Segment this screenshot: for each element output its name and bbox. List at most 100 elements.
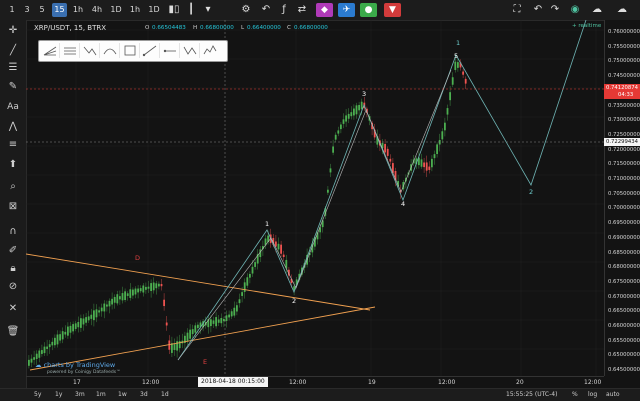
candle-body [428,166,431,170]
candle-body [420,159,423,167]
floating-drawing-toolbar [38,40,228,62]
red-circle-icon[interactable]: ▼ [384,3,401,17]
timeframe-1m[interactable]: 1 [6,3,18,17]
time-label-17: 17 [73,379,81,386]
price-axis[interactable]: 0.76000000 0.75500000 0.75000000 0.74500000… [604,20,640,376]
candle-body [384,144,386,153]
arrow-up-icon[interactable]: ⬆ [4,158,22,172]
candle-body [147,286,150,289]
green-circle-icon[interactable]: ● [360,3,377,17]
zigzag-icon[interactable] [81,43,100,58]
brush-icon[interactable]: ✎ [4,80,22,94]
tradingview-watermark[interactable]: ☁ charts by TradingView [35,361,115,369]
candles-icon[interactable]: ┃ [183,3,199,17]
cloud-download-icon[interactable]: ☁ [614,3,630,17]
settings-gear-icon[interactable]: ⚙ [238,3,254,17]
time-label-20: 20 [516,379,524,386]
trash-icon[interactable]: 🗑︎ [4,325,22,339]
candle-body [451,77,454,85]
lock-drawing-icon[interactable]: ✐ [4,244,22,258]
ohlc-c-value: 0.66800000 [294,25,328,31]
elliott-wave-icon[interactable] [201,43,219,58]
undo-line-icon[interactable]: ↶ [258,3,274,17]
range-3d[interactable]: 3d [140,391,148,398]
candle-body [230,311,233,317]
bars-style-icon[interactable]: ▮▯ [166,3,182,17]
undo-icon[interactable]: ↶ [530,3,546,17]
auto-toggle[interactable]: auto [606,391,620,398]
indicators-icon[interactable]: ƒ [276,3,292,17]
redo-icon[interactable]: ↷ [547,3,563,17]
candle-body [74,323,77,329]
candle-body [98,310,100,313]
timeframe-1h-alt[interactable]: 1h [127,3,143,17]
candle-body [241,292,243,296]
ohlc-o-key: O [145,25,150,31]
fib-icon[interactable]: ≡ [4,138,22,152]
dropdown-icon[interactable]: ▾ [200,3,216,17]
candle-body [220,317,223,324]
range-1m[interactable]: 1m [96,391,106,398]
timeframe-1d[interactable]: 1D [108,3,124,17]
price-label: 0.68000000 [608,264,640,271]
cube-icon[interactable]: ◆ [316,3,333,17]
price-chart[interactable] [26,20,604,376]
timeframe-5m[interactable]: 5 [36,3,48,17]
range-1y[interactable]: 1y [55,391,62,398]
text-icon[interactable]: Aa [4,100,22,114]
wave-label-2: 2 [292,297,297,305]
lock-icon[interactable]: 🔒︎ [4,262,22,276]
timeframe-15m[interactable]: 15 [52,3,67,17]
crosshair-icon[interactable]: ✛ [4,24,22,38]
candle-body [345,115,347,122]
price-label: 0.71000000 [608,176,640,182]
horizontal-ray-icon[interactable] [161,43,180,58]
price-label: 0.66500000 [608,308,640,315]
candle-body [340,124,342,130]
wave-label-e: E [203,358,208,366]
range-5y[interactable]: 5y [34,391,41,398]
candle-body [134,288,137,295]
price-label: 0.69500000 [608,220,640,227]
timeframe-1h[interactable]: 1h [70,3,86,17]
candle-body [358,104,360,111]
zoom-icon[interactable]: ⌕ [4,180,22,194]
path-icon[interactable] [181,43,200,58]
fan-icon[interactable] [41,43,60,58]
measure-icon[interactable]: ⊠ [4,200,22,214]
timeframe-3m[interactable]: 3 [21,3,33,17]
candle-body [132,289,134,296]
candle-body [334,134,337,140]
candle-body [441,131,444,140]
curve-icon[interactable] [101,43,120,58]
horizontal-lines-icon[interactable]: ☰ [4,61,22,75]
cloud-upload-icon[interactable]: ☁ [589,3,605,17]
candle-body [124,291,126,301]
price-label: 0.67500000 [608,278,640,285]
compare-icon[interactable]: ⇄ [294,3,310,17]
fullscreen-icon[interactable]: ⛶ [509,3,525,17]
candle-body [389,158,392,162]
rectangle-icon[interactable] [121,43,140,58]
timeframe-4h[interactable]: 4h [89,3,105,17]
magnet-icon[interactable]: ∩ [4,225,22,239]
log-toggle[interactable]: log [588,391,597,398]
timeframe-1d-alt[interactable]: 1D [146,3,162,17]
tools-icon[interactable]: ✕ [4,302,22,316]
parallel-lines-icon[interactable] [61,43,80,58]
ohlc-c-key: C [287,25,291,31]
megaphone-icon[interactable]: ✈ [338,3,355,17]
candle-body [464,78,467,84]
candle-body [423,162,425,168]
range-1d[interactable]: 1d [161,391,169,398]
percent-toggle[interactable]: % [572,391,578,398]
range-3m[interactable]: 3m [75,391,85,398]
eye-icon[interactable]: ⊘ [4,280,22,294]
candle-body [142,285,145,293]
range-1w[interactable]: 1w [118,391,127,398]
pattern-icon[interactable]: ⋀ [4,120,22,134]
trend-line-icon[interactable]: ╱ [4,44,22,58]
ray-icon[interactable] [141,43,160,58]
candle-body [158,283,160,287]
camera-icon[interactable]: ◉ [567,3,583,17]
